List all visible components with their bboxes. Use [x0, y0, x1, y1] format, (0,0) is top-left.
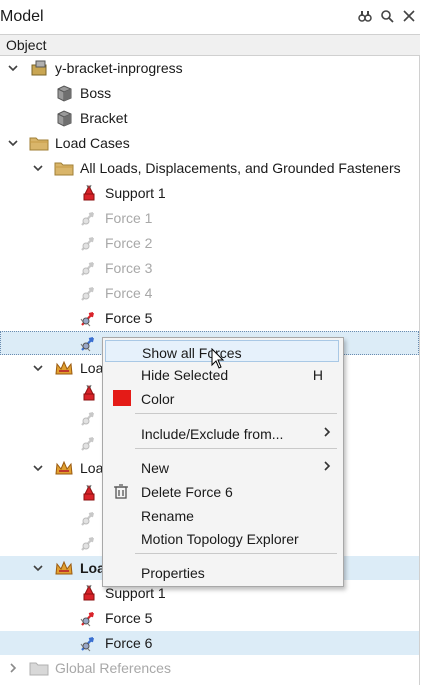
tree-label-bracket: Bracket [80, 110, 128, 126]
tree-label-force-2: Force 2 [105, 235, 153, 251]
menu-label: Color [141, 391, 175, 407]
tree-label-force-6: Force 6 [105, 635, 153, 651]
tree-label-model: y-bracket-inprogress [55, 60, 183, 76]
menu-item-include-exclude[interactable]: Include/Exclude from... [105, 422, 339, 444]
load-case-icon [54, 459, 74, 477]
tree-label-load-cases: Load Cases [55, 135, 130, 151]
tree-row-force-3[interactable]: Force 3 [0, 256, 419, 280]
menu-item-rename[interactable]: Rename [105, 504, 339, 526]
support-icon [79, 384, 99, 402]
trash-icon [114, 484, 128, 499]
force-icon [79, 609, 99, 627]
tree-row-force-4[interactable]: Force 4 [0, 281, 419, 305]
menu-item-properties[interactable]: Properties [105, 561, 339, 583]
column-header-label: Object [6, 37, 47, 53]
tree-row-support-1[interactable]: Support 1 [0, 181, 419, 205]
tree-label-global-references: Global References [55, 660, 171, 676]
column-header-object[interactable]: Object [0, 34, 420, 56]
chevron-down-icon[interactable] [7, 62, 19, 74]
tree-label-force-5: Force 5 [105, 610, 153, 626]
force-icon [79, 284, 99, 302]
force-icon [79, 409, 99, 427]
support-icon [79, 184, 99, 202]
tree-row-model[interactable]: y-bracket-inprogress [0, 56, 419, 80]
chevron-down-icon[interactable] [32, 362, 44, 374]
panel-titlebar: Model [0, 0, 422, 33]
folder-icon [29, 659, 49, 677]
chevron-down-icon[interactable] [7, 137, 19, 149]
force-icon [79, 534, 99, 552]
menu-label: Properties [141, 565, 205, 581]
tree-row-boss[interactable]: Boss [0, 81, 419, 105]
force-icon [79, 209, 99, 227]
menu-label: New [141, 460, 170, 476]
part-cube-icon [54, 84, 74, 102]
tree-row-load-cases[interactable]: Load Cases [0, 131, 419, 155]
tree-label-force-4: Force 4 [105, 285, 153, 301]
search-icon[interactable] [380, 9, 394, 23]
tree-row-all-loads[interactable]: All Loads, Displacements, and Grounded F… [0, 156, 419, 180]
force-icon [79, 259, 99, 277]
menu-separator [135, 448, 337, 449]
support-icon [79, 584, 99, 602]
submenu-arrow-icon [324, 461, 331, 471]
close-icon[interactable] [402, 9, 416, 23]
menu-separator [135, 553, 337, 554]
tree-row-force-5[interactable]: Force 5 [0, 306, 419, 330]
tree-label-support-1: Support 1 [105, 185, 166, 201]
chevron-down-icon[interactable] [32, 462, 44, 474]
tree-row-force-1[interactable]: Force 1 [0, 206, 419, 230]
menu-shortcut: H [312, 367, 323, 383]
part-cube-icon [54, 109, 74, 127]
tree-row-lc-c-force-6[interactable]: Force 6 [0, 631, 419, 655]
model-icon [29, 59, 49, 77]
tree-label-force-1: Force 1 [105, 210, 153, 226]
menu-label: Motion Topology Explorer [141, 531, 299, 547]
tree-label-load-case-b: Loa [80, 460, 104, 476]
tree-label-support-1: Support 1 [105, 585, 166, 601]
force-icon [79, 334, 99, 352]
tree-row-lc-c-force-5[interactable]: Force 5 [0, 606, 419, 630]
tree-label-force-3: Force 3 [105, 260, 153, 276]
force-icon [79, 309, 99, 327]
tree-label-boss: Boss [80, 85, 112, 101]
menu-label: Rename [141, 508, 194, 524]
tree-row-force-2[interactable]: Force 2 [0, 231, 419, 255]
menu-item-delete[interactable]: Delete Force 6 [105, 480, 339, 502]
menu-separator [135, 413, 337, 414]
menu-item-color[interactable]: Color [105, 387, 339, 409]
menu-label: Delete Force 6 [141, 484, 233, 500]
tree-label-load-case-a: Loa [80, 360, 104, 376]
menu-label: Include/Exclude from... [141, 426, 284, 442]
force-icon [79, 509, 99, 527]
menu-item-motion-topology-explorer[interactable]: Motion Topology Explorer [105, 527, 339, 549]
chevron-down-icon[interactable] [32, 562, 44, 574]
tree-label-all-loads: All Loads, Displacements, and Grounded F… [80, 160, 401, 176]
mouse-pointer-icon [211, 348, 225, 369]
support-icon [79, 484, 99, 502]
force-icon [79, 634, 99, 652]
tree-label-force-5: Force 5 [105, 310, 153, 326]
chevron-down-icon[interactable] [32, 162, 44, 174]
panel-title: Model [0, 8, 44, 25]
color-swatch-icon [113, 390, 131, 406]
force-icon [79, 234, 99, 252]
force-icon [79, 434, 99, 452]
tree-row-bracket[interactable]: Bracket [0, 106, 419, 130]
context-menu: Show all Forces Hide Selected H Color In… [102, 337, 344, 587]
binoculars-icon[interactable] [358, 9, 372, 23]
menu-item-new[interactable]: New [105, 456, 339, 478]
folder-icon [54, 159, 74, 177]
menu-label: Show all Forces [142, 345, 242, 361]
load-case-icon [54, 559, 74, 577]
chevron-right-icon[interactable] [7, 662, 19, 674]
load-case-icon [54, 359, 74, 377]
tree-row-global-references[interactable]: Global References [0, 656, 419, 680]
folder-icon [29, 134, 49, 152]
submenu-arrow-icon [324, 427, 331, 437]
